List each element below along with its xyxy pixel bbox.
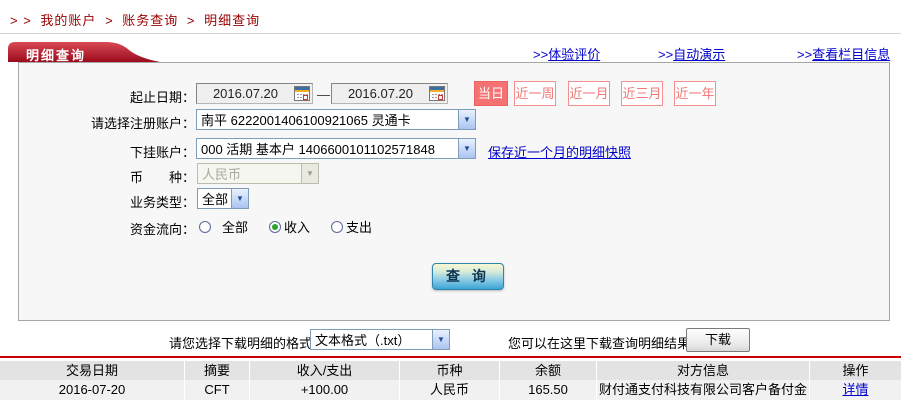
fund-flow-radio-income[interactable]: 收入 [269, 217, 310, 236]
link-view-column-info[interactable]: >>查看栏目信息 [797, 44, 890, 63]
start-date-input[interactable]: 2016.07.20 [196, 83, 313, 104]
business-type-select[interactable]: 全部 ▼ [197, 188, 249, 209]
currency-label: 币 种： [129, 170, 195, 185]
breadcrumb: > > 我的账户 > 账务查询 > 明细查询 [10, 10, 264, 29]
chevron-down-icon: ▼ [301, 164, 318, 183]
quick-range-week-button[interactable]: 近一周 [514, 81, 556, 106]
cell-currency: 人民币 [400, 380, 500, 400]
breadcrumb-item-detail-query[interactable]: 明细查询 [204, 13, 260, 28]
end-date-value: 2016.07.20 [347, 86, 414, 101]
column-header-summary: 摘要 [185, 361, 250, 380]
cell-amount: +100.00 [250, 380, 400, 400]
currency-select: 人民币 ▼ [197, 163, 319, 184]
page: > > 我的账户 > 账务查询 > 明细查询 明细查询 >>体验评价 >>自动演… [0, 0, 901, 420]
calendar-icon[interactable] [429, 86, 445, 101]
fund-flow-radio-all[interactable]: 全部 [199, 217, 248, 236]
save-snapshot-link[interactable]: 保存近一个月的明细快照 [488, 142, 631, 161]
column-header-action: 操作 [810, 361, 901, 380]
column-header-balance: 余额 [500, 361, 597, 380]
sub-account-select[interactable]: 000 活期 基本户 1406600101102571848 ▼ [196, 138, 476, 159]
query-button[interactable]: 查 询 [432, 263, 504, 290]
download-format-label: 请您选择下载明细的格式 [169, 336, 313, 351]
cell-balance: 165.50 [500, 380, 597, 400]
calendar-icon[interactable] [294, 86, 310, 101]
fund-flow-radio-expense[interactable]: 支出 [331, 217, 372, 236]
business-type-label: 业务类型： [129, 195, 195, 210]
quick-range-year-button[interactable]: 近一年 [674, 81, 716, 106]
column-header-amount: 收入/支出 [250, 361, 400, 380]
download-button[interactable]: 下载 [686, 328, 750, 352]
chevron-down-icon[interactable]: ▼ [432, 330, 449, 349]
radio-label: 收入 [284, 220, 311, 235]
chevron-down-icon[interactable]: ▼ [458, 139, 475, 158]
date-range-separator: — [317, 87, 330, 102]
registered-account-select[interactable]: 南平 6222001406100921065 灵通卡 ▼ [196, 109, 476, 130]
sub-account-label: 下挂账户： [129, 145, 195, 160]
red-divider [0, 356, 901, 358]
radio-icon[interactable] [199, 220, 211, 233]
table-row: 2016-07-20 CFT +100.00 人民币 165.50 财付通支付科… [0, 380, 901, 400]
cell-date: 2016-07-20 [0, 380, 185, 400]
quick-range-3months-button[interactable]: 近三月 [621, 81, 663, 106]
results-table-header: 交易日期 摘要 收入/支出 币种 余额 对方信息 操作 [0, 361, 901, 380]
query-form-panel: 起止日期： 2016.07.20 — 2016.07.20 当日 近一周 近一月… [18, 62, 890, 321]
registered-account-value: 南平 6222001406100921065 灵通卡 [201, 113, 411, 128]
radio-label: 全部 [222, 220, 249, 235]
link-experience-review[interactable]: >>体验评价 [533, 44, 600, 63]
radio-icon[interactable] [331, 220, 343, 233]
chevron-down-icon[interactable]: ▼ [458, 110, 475, 129]
cell-counterparty: 财付通支付科技有限公司客户备付金 [597, 380, 810, 400]
end-date-input[interactable]: 2016.07.20 [331, 83, 448, 104]
registered-account-label: 请选择注册账户： [90, 116, 195, 131]
radio-checked-icon[interactable] [269, 220, 281, 233]
detail-link[interactable]: 详情 [810, 380, 901, 400]
radio-label: 支出 [346, 220, 373, 235]
breadcrumb-item-my-account[interactable]: 我的账户 [40, 13, 96, 28]
breadcrumb-item-account-query[interactable]: 账务查询 [122, 13, 178, 28]
column-header-currency: 币种 [400, 361, 500, 380]
breadcrumb-prefix: > > [10, 13, 32, 28]
download-format-value: 文本格式（.txt） [315, 333, 411, 348]
fund-flow-label: 资金流向： [129, 222, 195, 237]
start-date-value: 2016.07.20 [212, 86, 279, 101]
breadcrumb-separator: > [105, 13, 114, 28]
quick-range-month-button[interactable]: 近一月 [568, 81, 610, 106]
divider [0, 33, 901, 34]
download-format-select[interactable]: 文本格式（.txt） ▼ [310, 329, 450, 350]
date-range-label: 起止日期： [129, 90, 195, 105]
currency-value: 人民币 [202, 167, 242, 182]
download-hint: 您可以在这里下载查询明细结果 [508, 336, 691, 351]
chevron-down-icon[interactable]: ▼ [231, 189, 248, 208]
link-auto-demo[interactable]: >>自动演示 [658, 44, 725, 63]
column-header-date: 交易日期 [0, 361, 185, 380]
cell-summary: CFT [185, 380, 250, 400]
business-type-value: 全部 [202, 192, 229, 207]
quick-range-today-button[interactable]: 当日 [474, 81, 508, 106]
sub-account-value: 000 活期 基本户 1406600101102571848 [201, 142, 435, 157]
column-header-counterparty: 对方信息 [597, 361, 810, 380]
breadcrumb-separator: > [186, 13, 196, 28]
